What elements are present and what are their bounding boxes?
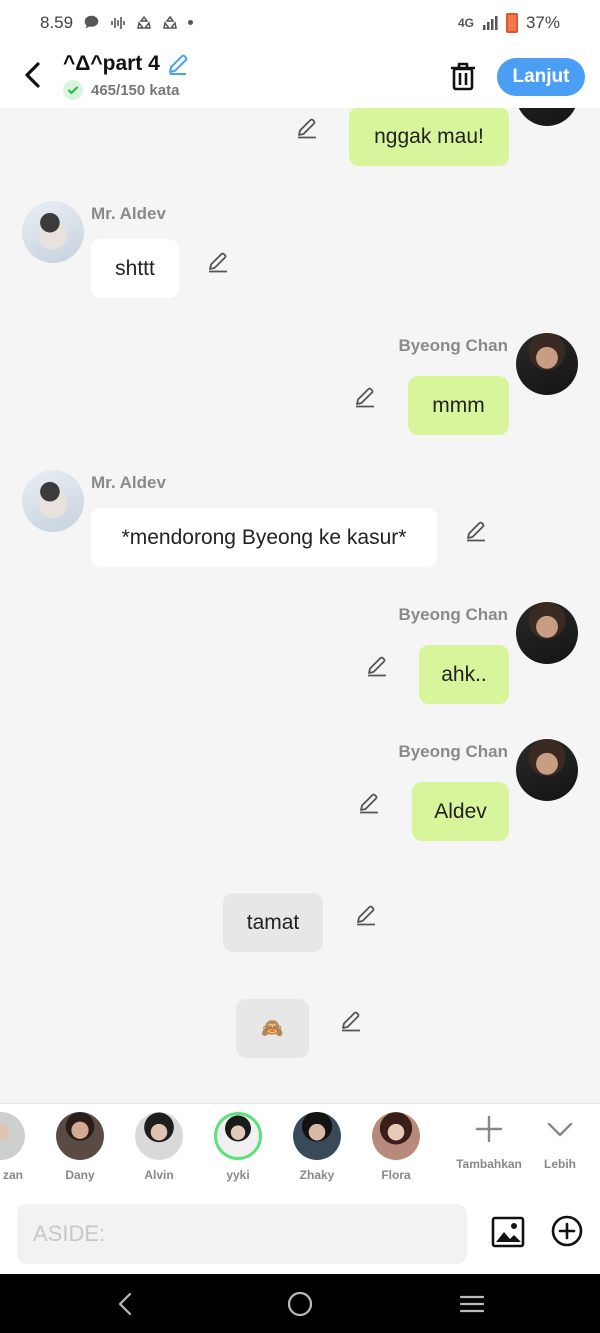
character-item[interactable]: Flora: [361, 1112, 431, 1182]
page-title: ^Δ^part 4: [63, 52, 160, 75]
character-avatar: [56, 1112, 104, 1160]
next-button[interactable]: Lanjut: [497, 58, 585, 96]
sender-name: Byeong Chan: [398, 336, 508, 355]
recycle-icon-2: [163, 15, 178, 29]
character-picker: zan Dany Alvin yyki Zhaky Flora Tambahka…: [0, 1103, 600, 1194]
aside-input[interactable]: [17, 1204, 467, 1264]
image-icon[interactable]: [490, 1214, 526, 1250]
sender-name: Byeong Chan: [398, 605, 508, 624]
edit-message-icon[interactable]: [339, 1008, 363, 1032]
character-item[interactable]: yyki: [203, 1112, 273, 1182]
plus-icon: [475, 1115, 503, 1143]
edit-message-icon[interactable]: [357, 790, 381, 814]
status-bar: 8.59 4G 37%: [0, 0, 600, 45]
check-icon: [63, 80, 83, 100]
chevron-down-icon: [547, 1122, 573, 1137]
add-circle-icon[interactable]: [550, 1214, 584, 1248]
message-bubble[interactable]: ahk..: [419, 645, 509, 704]
avatar[interactable]: [516, 108, 578, 126]
add-character-button[interactable]: Tambahkan: [454, 1114, 524, 1171]
nav-home-icon[interactable]: [284, 1288, 316, 1320]
title-block: ^Δ^part 4 465/150 kata: [63, 52, 190, 100]
system-nav-bar: [0, 1274, 600, 1333]
chat-notification-icon: [84, 15, 99, 29]
character-name: Alvin: [144, 1168, 174, 1182]
sender-name: Byeong Chan: [398, 742, 508, 761]
edit-message-icon[interactable]: [464, 518, 488, 542]
editor-header: ^Δ^part 4 465/150 kata Lanjut: [0, 45, 600, 108]
character-name: yyki: [226, 1168, 250, 1182]
character-item[interactable]: Alvin: [124, 1112, 194, 1182]
character-avatar: [293, 1112, 341, 1160]
sender-name: Mr. Aldev: [91, 473, 166, 492]
narration-bubble[interactable]: tamat: [223, 893, 323, 952]
network-type: 4G: [457, 15, 474, 30]
more-characters-button[interactable]: Lebih: [535, 1114, 585, 1171]
more-characters-label: Lebih: [544, 1157, 576, 1171]
edit-message-icon[interactable]: [206, 249, 230, 273]
edit-title-icon[interactable]: [166, 52, 190, 76]
word-count: 465/150 kata: [91, 81, 180, 99]
character-item[interactable]: Zhaky: [282, 1112, 352, 1182]
avatar[interactable]: [22, 201, 84, 263]
character-name: zan: [2, 1168, 23, 1182]
narration-bubble[interactable]: 🙈: [236, 999, 309, 1058]
voice-wave-icon: [111, 16, 125, 29]
character-name: Flora: [381, 1168, 411, 1182]
character-item[interactable]: zan: [0, 1112, 36, 1182]
message-bubble[interactable]: nggak mau!: [349, 108, 509, 166]
back-arrow-icon: [25, 62, 40, 88]
character-name: Dany: [65, 1168, 95, 1182]
avatar[interactable]: [22, 470, 84, 532]
character-avatar: [135, 1112, 183, 1160]
recycle-icon: [137, 15, 152, 29]
more-notifications-dot: [188, 20, 194, 25]
avatar[interactable]: [516, 739, 578, 801]
avatar[interactable]: [516, 333, 578, 395]
message-bubble[interactable]: Aldev: [412, 782, 509, 841]
sender-name: Mr. Aldev: [91, 204, 166, 223]
message-bubble[interactable]: mmm: [408, 376, 509, 435]
battery-level: 37%: [525, 12, 560, 32]
edit-message-icon[interactable]: [354, 902, 378, 926]
signal-icon: [482, 15, 498, 30]
character-item[interactable]: Dany: [45, 1112, 115, 1182]
edit-message-icon[interactable]: [365, 653, 389, 677]
character-avatar: [214, 1112, 262, 1160]
battery-icon: [505, 12, 518, 33]
nav-recents-icon[interactable]: [456, 1288, 488, 1320]
edit-message-icon[interactable]: [353, 384, 377, 408]
message-bubble[interactable]: *mendorong Byeong ke kasur*: [91, 508, 437, 567]
character-avatar: [372, 1112, 420, 1160]
avatar[interactable]: [516, 602, 578, 664]
character-name: Zhaky: [299, 1168, 335, 1182]
add-character-label: Tambahkan: [456, 1157, 522, 1171]
composer: [0, 1194, 600, 1274]
trash-icon[interactable]: [448, 60, 478, 92]
chat-area[interactable]: nggak mau! Mr. Aldev shttt Byeong Chan m…: [0, 108, 600, 1103]
back-button[interactable]: [18, 59, 46, 91]
status-time: 8.59: [40, 12, 74, 32]
character-avatar: [0, 1112, 25, 1160]
message-bubble[interactable]: shttt: [91, 239, 179, 298]
edit-message-icon[interactable]: [295, 115, 319, 139]
nav-back-icon[interactable]: [110, 1288, 142, 1320]
